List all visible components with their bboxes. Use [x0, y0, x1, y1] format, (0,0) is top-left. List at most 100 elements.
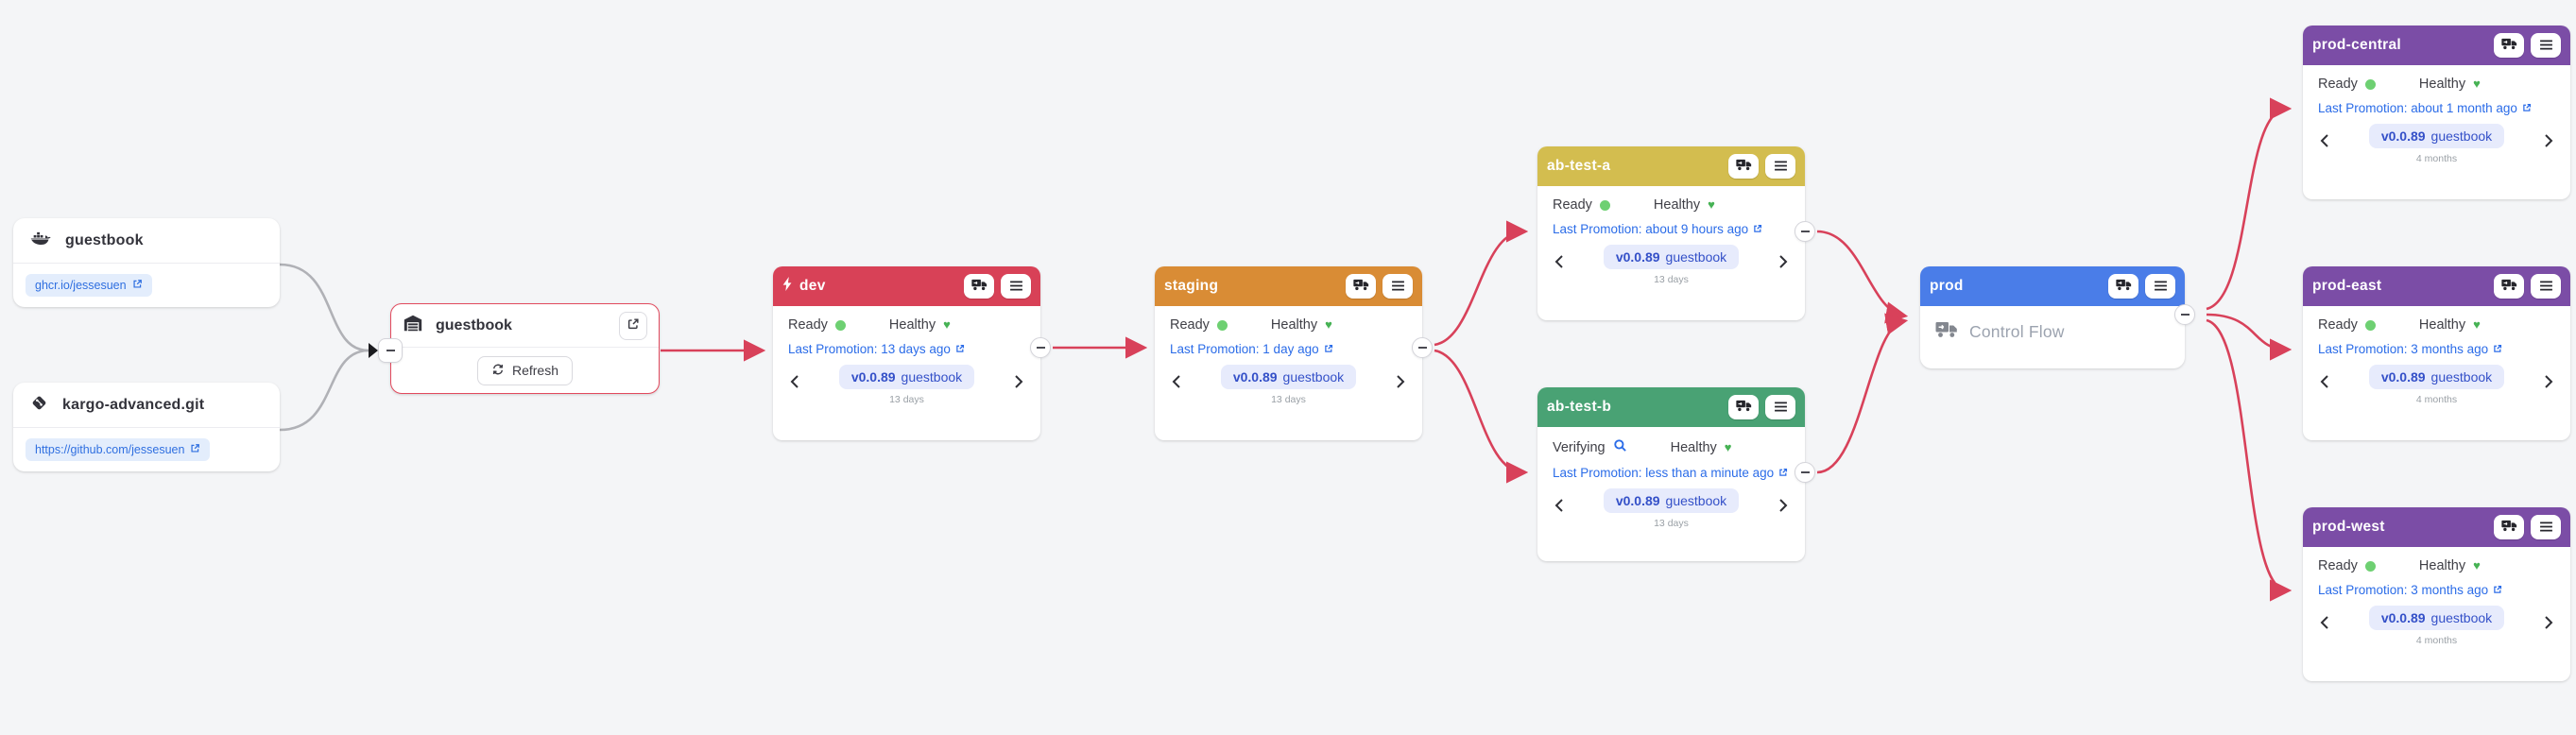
- collapse-icon: [1801, 231, 1810, 232]
- stage-card-ab-test-a[interactable]: ab-test-a Ready Healthy Last Promotion: …: [1537, 146, 1805, 320]
- last-promotion-link[interactable]: Last Promotion: 3 months ago: [2318, 342, 2555, 356]
- chevron-left-button[interactable]: [788, 370, 801, 396]
- last-promotion-link[interactable]: Last Promotion: 13 days ago: [788, 342, 1025, 356]
- last-promotion-link[interactable]: Last Promotion: 3 months ago: [2318, 583, 2555, 597]
- chevron-right-button[interactable]: [1012, 370, 1025, 396]
- refresh-button[interactable]: Refresh: [477, 356, 573, 385]
- stage-card-prod-central[interactable]: prod-central Ready Healthy Last Promotio…: [2303, 26, 2570, 199]
- collapse-button-staging[interactable]: [1412, 337, 1433, 358]
- chevron-right-button[interactable]: [2542, 129, 2555, 155]
- healthy-heart-icon: [1725, 440, 1732, 455]
- repo-card-git[interactable]: kargo-advanced.git https://github.com/je…: [13, 383, 280, 471]
- chevron-right-button[interactable]: [2542, 611, 2555, 637]
- stage-card-prod-east[interactable]: prod-east Ready Healthy Last Promotion: …: [2303, 266, 2570, 440]
- warehouse-open-button[interactable]: [619, 312, 647, 340]
- warehouse-card-guestbook[interactable]: guestbook Refresh: [390, 303, 660, 394]
- freight-age: 13 days: [1654, 274, 1689, 285]
- freight-version-badge[interactable]: v0.0.89guestbook: [839, 365, 974, 389]
- stage-header: prod-central: [2303, 26, 2570, 65]
- docker-icon: [30, 230, 51, 251]
- last-promotion-link[interactable]: Last Promotion: about 9 hours ago: [1553, 222, 1790, 236]
- freight-timeline-button[interactable]: [2494, 515, 2524, 539]
- stage-health: Healthy: [889, 317, 951, 333]
- stage-menu-button[interactable]: [2145, 274, 2175, 299]
- freight-version-badge[interactable]: v0.0.89guestbook: [2369, 606, 2504, 630]
- collapse-button-prod[interactable]: [2174, 304, 2195, 325]
- stage-card-dev[interactable]: dev Ready Healthy Last Promotion: 13 day…: [773, 266, 1040, 440]
- collapse-button-dev[interactable]: [1030, 337, 1051, 358]
- repo-card-image[interactable]: guestbook ghcr.io/jessesuen: [13, 218, 280, 307]
- stage-menu-button[interactable]: [1382, 274, 1413, 299]
- chevron-right-button[interactable]: [1777, 250, 1790, 276]
- menu-icon: [2539, 280, 2553, 294]
- chevron-left-button[interactable]: [2318, 611, 2331, 637]
- last-promotion-link[interactable]: Last Promotion: less than a minute ago: [1553, 466, 1790, 480]
- git-icon: [30, 394, 48, 417]
- stage-menu-button[interactable]: [2531, 515, 2561, 539]
- last-promotion-link[interactable]: Last Promotion: 1 day ago: [1170, 342, 1407, 356]
- last-promotion-link[interactable]: Last Promotion: about 1 month ago: [2318, 101, 2555, 115]
- stage-phase: Ready: [2318, 77, 2376, 92]
- ready-dot-icon: [1217, 320, 1228, 331]
- freight-age: 4 months: [2416, 394, 2457, 405]
- freight-timeline-button[interactable]: [1728, 154, 1759, 179]
- stage-header: prod: [1920, 266, 2185, 306]
- chevron-right-button[interactable]: [1394, 370, 1407, 396]
- freight-timeline-button[interactable]: [1728, 395, 1759, 419]
- stage-menu-button[interactable]: [2531, 274, 2561, 299]
- chevron-left-button[interactable]: [1553, 494, 1566, 520]
- bolt-icon: [782, 277, 793, 296]
- collapse-button-warehouse[interactable]: [378, 338, 403, 363]
- freight-version-badge[interactable]: v0.0.89guestbook: [1221, 365, 1356, 389]
- freight-version-badge[interactable]: v0.0.89guestbook: [2369, 124, 2504, 148]
- repo-link[interactable]: ghcr.io/jessesuen: [26, 274, 152, 297]
- edge-ab-test-a-to-prod: [1817, 231, 1903, 316]
- stage-menu-button[interactable]: [1765, 395, 1795, 419]
- stage-phase: Ready: [2318, 558, 2376, 573]
- collapse-button-ab-test-b[interactable]: [1795, 462, 1815, 483]
- freight-age: 4 months: [2416, 635, 2457, 646]
- freight-timeline-button[interactable]: [2494, 33, 2524, 58]
- external-link-icon: [132, 279, 143, 292]
- menu-icon: [1009, 280, 1023, 294]
- menu-icon: [1774, 160, 1788, 174]
- stage-card-ab-test-b[interactable]: ab-test-b Verifying Healthy Last Promoti…: [1537, 387, 1805, 561]
- healthy-heart-icon: [2473, 558, 2481, 573]
- freight-timeline-button[interactable]: [964, 274, 994, 299]
- healthy-heart-icon: [1708, 197, 1715, 213]
- stage-menu-button[interactable]: [2531, 33, 2561, 58]
- collapse-button-ab-test-a[interactable]: [1795, 221, 1815, 242]
- chevron-left-button[interactable]: [1553, 250, 1566, 276]
- menu-icon: [1391, 280, 1405, 294]
- external-link-icon: [955, 342, 965, 356]
- truck-icon: [2501, 279, 2517, 294]
- chevron-left-button[interactable]: [1170, 370, 1183, 396]
- freight-timeline-button[interactable]: [2108, 274, 2138, 299]
- stage-card-staging[interactable]: staging Ready Healthy Last Promotion: 1 …: [1155, 266, 1422, 440]
- stage-menu-button[interactable]: [1001, 274, 1031, 299]
- stage-menu-button[interactable]: [1765, 154, 1795, 179]
- freight-version-badge[interactable]: v0.0.89guestbook: [2369, 365, 2504, 389]
- stage-header: staging: [1155, 266, 1422, 306]
- repo-title: guestbook: [65, 232, 144, 249]
- freight-timeline-button[interactable]: [2494, 274, 2524, 299]
- menu-icon: [2154, 280, 2168, 294]
- ready-dot-icon: [2365, 561, 2376, 572]
- stage-header: prod-west: [2303, 507, 2570, 547]
- chevron-right-button[interactable]: [1777, 494, 1790, 520]
- repo-link[interactable]: https://github.com/jessesuen: [26, 438, 210, 461]
- external-link-icon: [1324, 342, 1333, 356]
- chevron-left-button[interactable]: [2318, 370, 2331, 396]
- chevron-right-button[interactable]: [2542, 370, 2555, 396]
- stage-card-prod[interactable]: prod Control Flow: [1920, 266, 2185, 368]
- freight-version-badge[interactable]: v0.0.89guestbook: [1604, 488, 1739, 513]
- chevron-left-button[interactable]: [2318, 129, 2331, 155]
- warehouse-in-arrowhead: [369, 343, 378, 358]
- menu-icon: [1774, 401, 1788, 415]
- freight-timeline-button[interactable]: [1346, 274, 1376, 299]
- freight-version-badge[interactable]: v0.0.89guestbook: [1604, 245, 1739, 269]
- external-link-icon: [2493, 583, 2502, 597]
- stage-card-prod-west[interactable]: prod-west Ready Healthy Last Promotion: …: [2303, 507, 2570, 681]
- external-link-icon: [1753, 222, 1762, 236]
- freight-age: 13 days: [1271, 394, 1306, 405]
